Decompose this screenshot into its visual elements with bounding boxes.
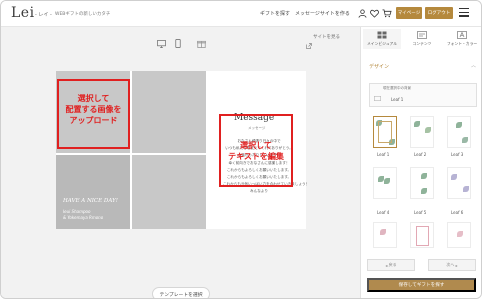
mobile-icon[interactable] xyxy=(175,33,181,52)
template-label: Leaf 5 xyxy=(414,210,427,215)
save-and-find-gift-button[interactable]: 保存してギフトを探す xyxy=(367,278,476,292)
mypage-button[interactable]: マイページ xyxy=(396,7,422,19)
desktop-icon[interactable] xyxy=(157,33,166,52)
prev-label: 戻る xyxy=(388,262,397,267)
next-label: 次へ xyxy=(446,262,455,267)
user-icon[interactable] xyxy=(356,7,368,19)
selected-design-caption: 現在選択中の背景 xyxy=(383,86,411,90)
selected-design-name: Leaf 1 xyxy=(391,97,404,102)
gift-box-icon[interactable] xyxy=(197,33,206,52)
template-thumb-leaf-6[interactable] xyxy=(447,167,471,199)
tagline: WEBギフトの新しいカタチ xyxy=(55,12,111,17)
template-label: Leaf 3 xyxy=(451,152,464,157)
photo-slot-2[interactable] xyxy=(132,71,206,153)
template-thumb-leaf-1[interactable] xyxy=(373,116,397,148)
annotation-line: アップロード xyxy=(69,116,118,125)
tab-main-visual[interactable]: メインビジュアル xyxy=(363,29,401,49)
annotation-upload-text: 選択して 配置する画像を アップロード xyxy=(57,93,130,126)
logout-button[interactable]: ログアウト xyxy=(425,7,453,19)
photo-slot-4[interactable] xyxy=(132,155,206,229)
annotation-line: 選択して xyxy=(240,141,272,150)
tab-label: コンテンツ xyxy=(412,41,432,46)
overlay-name-2: & Yokemaya Rmono xyxy=(63,215,104,220)
cart-icon[interactable] xyxy=(381,7,393,19)
grid-icon xyxy=(377,31,387,39)
logo[interactable]: Lei xyxy=(11,5,35,21)
design-section-title[interactable]: デザイン xyxy=(369,63,389,70)
app-window: Lei - レイ - WEBギフトの新しいカタチ ギフトを探す メッセージサイト… xyxy=(0,0,482,299)
heart-icon[interactable] xyxy=(368,7,380,19)
template-thumb-9[interactable] xyxy=(447,222,471,248)
header: Lei - レイ - WEBギフトの新しいカタチ ギフトを探す メッセージサイト… xyxy=(1,1,481,27)
tab-label: メインビジュアル xyxy=(367,41,397,46)
logo-subtitle: - レイ - xyxy=(35,12,52,18)
tab-contents[interactable]: コンテンツ xyxy=(403,29,441,49)
annotation-edit-text: 選択して テキストを編集 xyxy=(219,140,293,162)
hamburger-menu-icon[interactable] xyxy=(459,8,469,17)
content-icon xyxy=(417,31,427,39)
external-link-icon[interactable] xyxy=(306,34,312,53)
prev-page-button[interactable]: ◂ 戻る xyxy=(367,259,415,271)
template-label: Leaf 2 xyxy=(414,152,427,157)
font-color-icon xyxy=(457,31,467,39)
next-page-button[interactable]: 次へ ▸ xyxy=(428,259,476,271)
annotation-line: 配置する画像を xyxy=(65,105,122,114)
select-template-button[interactable]: テンプレートを選択 xyxy=(152,287,210,298)
template-thumb-leaf-4[interactable] xyxy=(373,167,397,199)
template-thumb-7[interactable] xyxy=(373,222,397,248)
template-thumb-leaf-3[interactable] xyxy=(447,116,471,148)
template-thumb-leaf-2[interactable] xyxy=(410,116,434,148)
nav-find-gift[interactable]: ギフトを探す xyxy=(260,10,290,17)
template-label: Leaf 6 xyxy=(451,210,464,215)
annotation-line: 選択して xyxy=(77,94,110,103)
template-thumb-8[interactable] xyxy=(410,222,434,248)
tab-font-color[interactable]: フォント・カラー xyxy=(443,29,481,49)
image-icon xyxy=(374,86,381,105)
message-line: みんなより xyxy=(250,189,268,194)
card-overlay-names[interactable]: Ieui Shampoo & Yokemaya Rmono xyxy=(63,209,103,221)
card-overlay-title[interactable]: HAVE A NICE DAY! xyxy=(63,198,118,204)
nav-create-message-site[interactable]: メッセージサイトを作る xyxy=(295,10,350,17)
chevron-right-icon: ▸ xyxy=(454,262,458,268)
template-label: Leaf 1 xyxy=(377,152,390,157)
template-label: Leaf 4 xyxy=(377,210,390,215)
template-pager: ◂ 戻る 次へ ▸ xyxy=(367,259,476,271)
tab-label: フォント・カラー xyxy=(446,41,478,46)
template-thumb-leaf-5[interactable] xyxy=(410,167,434,199)
chevron-up-icon[interactable]: ︿ xyxy=(471,62,476,69)
annotation-line: テキストを編集 xyxy=(228,152,284,161)
view-site-link[interactable]: サイトを見る xyxy=(313,34,340,40)
panel-tabs: メインビジュアル コンテンツ フォント・カラー xyxy=(361,27,481,49)
